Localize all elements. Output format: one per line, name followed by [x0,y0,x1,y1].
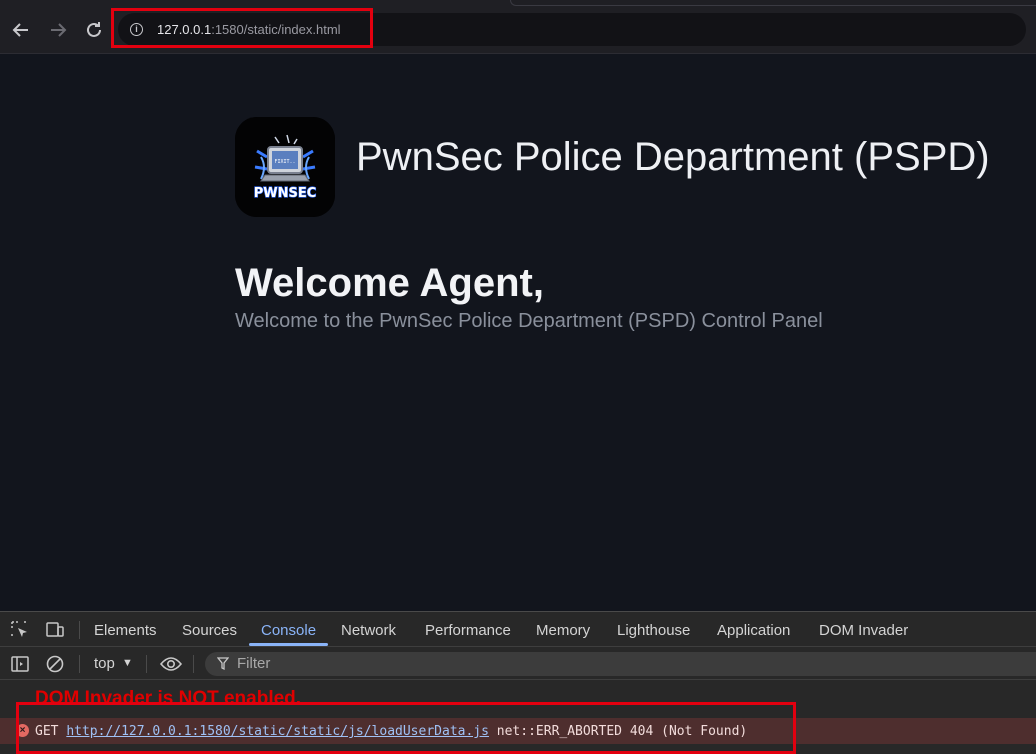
welcome-heading: Welcome Agent, [235,261,544,305]
tab-lighthouse[interactable]: Lighthouse [617,622,690,639]
reload-icon [87,22,101,37]
tab-network[interactable]: Network [341,622,396,639]
tab-performance[interactable]: Performance [425,622,511,639]
back-button[interactable] [9,18,33,42]
sidebar-icon [11,656,29,672]
tab-application[interactable]: Application [717,622,790,639]
site-title: PwnSec Police Department (PSPD) [356,135,990,179]
dropdown-arrow-icon: ▼ [122,657,133,669]
eye-icon [159,657,183,671]
pwnsec-logo-icon: FIXIT.. PWNSEC [235,117,335,217]
tab-console[interactable]: Console [261,622,316,639]
clear-console-button[interactable] [45,654,65,674]
logo-text: PWNSEC [254,186,317,201]
page-content: FIXIT.. PWNSEC PwnSec Police Department … [0,55,1036,611]
filter-placeholder: Filter [237,655,271,672]
context-selector[interactable]: top [94,655,115,672]
arrow-right-icon [51,23,67,37]
active-tab-indicator [249,643,328,646]
device-toggle-icon [46,622,64,637]
live-expression-button[interactable] [159,654,183,674]
toolbar-separator [146,655,147,673]
devtools-tab-bar: Elements Sources Console Network Perform… [0,612,1036,647]
tab-separator [79,621,80,639]
tab-elements[interactable]: Elements [94,622,157,639]
tab-sources[interactable]: Sources [182,622,237,639]
clear-icon [46,655,64,673]
filter-icon [217,657,229,671]
error-highlight-box [16,702,796,754]
inspect-cursor-icon [11,621,27,637]
inspect-element-button[interactable] [10,620,30,640]
reload-button[interactable] [82,18,106,42]
toolbar-separator [193,655,194,673]
tab-strip-edge [510,0,1036,6]
sidebar-toggle-button[interactable] [10,654,30,674]
tab-memory[interactable]: Memory [536,622,590,639]
forward-button[interactable] [46,18,70,42]
pspd-logo: FIXIT.. PWNSEC [235,117,335,217]
screenshot-frame: i 127.0.0.1:1580/static/index.html FIXIT… [0,0,1036,754]
arrow-left-icon [12,23,28,37]
toolbar-separator [79,655,80,673]
device-toolbar-button[interactable] [45,620,65,640]
console-toolbar: top ▼ Filter [0,648,1036,680]
url-highlight-box [111,8,373,48]
console-filter-input[interactable]: Filter [205,652,1036,676]
welcome-subtitle: Welcome to the PwnSec Police Department … [235,310,823,332]
logo-screen-text: FIXIT.. [274,159,295,165]
tab-dom-invader[interactable]: DOM Invader [819,622,908,639]
